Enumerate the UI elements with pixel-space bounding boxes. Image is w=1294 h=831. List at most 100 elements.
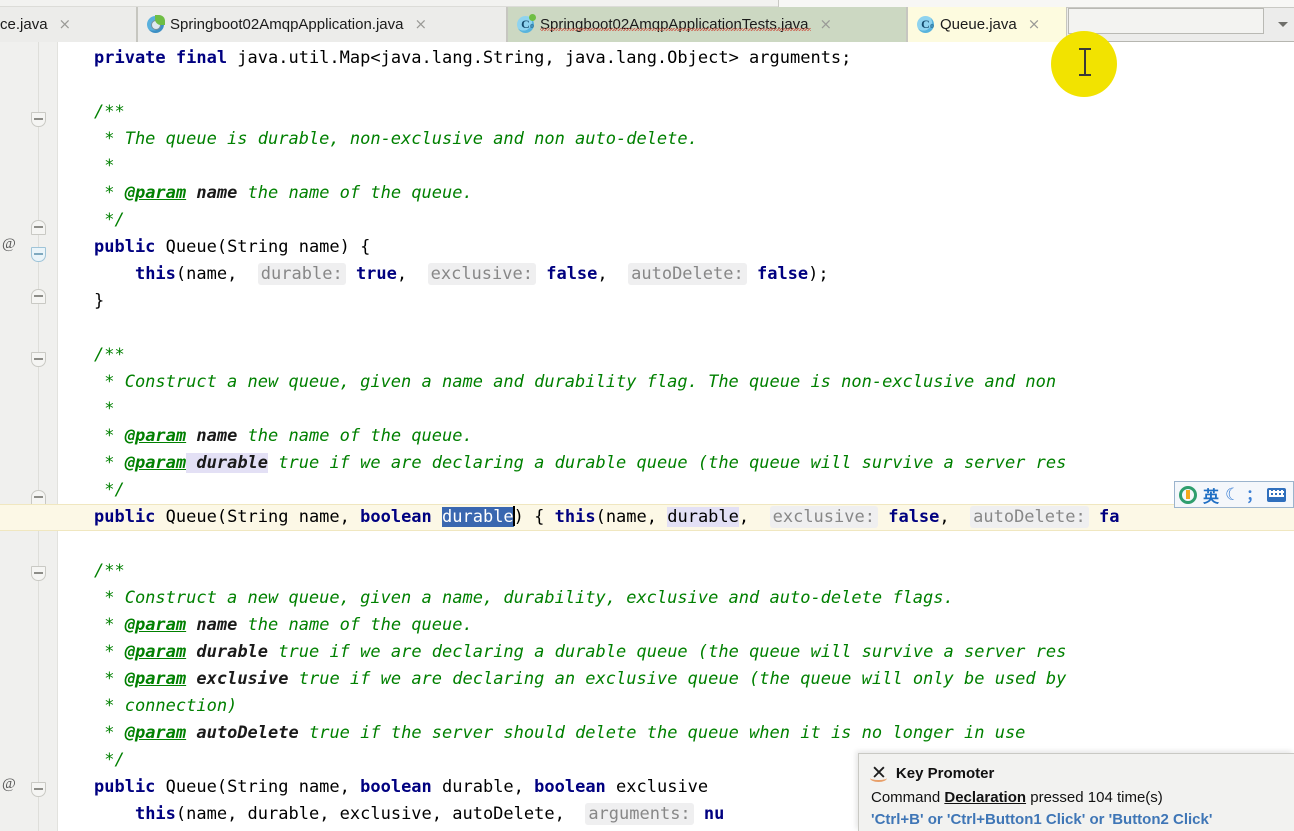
code-token: (name, <box>175 264 258 284</box>
fold-end-icon[interactable] <box>31 220 46 235</box>
parameter-hint: durable: <box>257 263 346 285</box>
key-promoter-message: Command Declaration pressed 104 time(s) <box>871 789 1282 806</box>
code-token: name <box>186 183 238 203</box>
code-token: , <box>597 264 629 284</box>
fold-marker-bar <box>34 118 43 120</box>
gutter-annotation-marker[interactable]: @ <box>2 776 18 793</box>
code-line[interactable]: * @param name the name of the queue. <box>58 423 473 450</box>
fold-marker-bar <box>34 496 43 498</box>
code-line[interactable]: */ <box>58 207 125 234</box>
code-token: this <box>134 804 176 824</box>
key-promoter-notification[interactable]: ✕ Key Promoter Command Declaration press… <box>858 753 1294 831</box>
code-line[interactable]: */ <box>58 477 124 504</box>
code-token: the name of the queue. <box>237 426 473 446</box>
moon-icon[interactable]: ☾ <box>1225 485 1240 505</box>
code-line[interactable]: this(name, durable, exclusive, autoDelet… <box>58 801 724 828</box>
code-line[interactable]: * @param durable true if we are declarin… <box>58 639 1066 666</box>
close-x-icon[interactable]: ✕ <box>870 764 887 783</box>
code-token: fa <box>1098 507 1120 527</box>
code-token: @param <box>124 615 187 635</box>
code-line[interactable]: * @param durable true if we are declarin… <box>58 450 1066 477</box>
tabbar-right-field[interactable] <box>1068 8 1264 34</box>
code-line[interactable]: public Queue(String name, boolean durabl… <box>58 504 1119 531</box>
fold-collapse-icon[interactable] <box>31 782 46 797</box>
code-line[interactable]: * @param exclusive true if we are declar… <box>58 666 1066 693</box>
code-token: */ <box>94 210 125 230</box>
fold-end-icon[interactable] <box>31 289 46 304</box>
close-icon[interactable]: × <box>415 17 428 32</box>
gutter-annotation-marker[interactable]: @ <box>2 236 18 253</box>
text-ibeam-cursor <box>1079 48 1091 76</box>
code-line[interactable]: * @param name the name of the queue. <box>58 180 473 207</box>
close-icon[interactable]: × <box>820 17 833 32</box>
kp-message-suffix: pressed 104 time(s) <box>1026 789 1163 806</box>
parameter-hint: exclusive: <box>769 506 878 528</box>
spellcheck-squiggle <box>540 28 811 31</box>
parameter-hint: autoDelete: <box>970 506 1089 528</box>
code-line[interactable]: * The queue is durable, non-exclusive an… <box>58 126 698 153</box>
code-token: * <box>94 183 125 203</box>
close-icon[interactable]: × <box>59 17 72 32</box>
sogou-u-icon[interactable] <box>1179 485 1197 504</box>
ime-mode-label[interactable]: 英 <box>1203 483 1219 507</box>
code-line[interactable]: /** <box>58 342 125 369</box>
ime-punctuation-label[interactable]: ； <box>1246 484 1261 505</box>
editor-tab-springboot02amqpapplicationtests[interactable]: Co Springboot02AmqpApplicationTests.java × <box>507 7 907 42</box>
editor-tab-springboot02amqpapplication[interactable]: Springboot02AmqpApplication.java × <box>137 7 507 42</box>
code-line[interactable]: */ <box>58 747 124 774</box>
code-token: } <box>94 291 105 311</box>
code-token: name <box>186 426 238 446</box>
code-line[interactable]: * <box>58 153 114 180</box>
code-line[interactable]: * @param name the name of the queue. <box>58 612 473 639</box>
parameter-hint: exclusive: <box>427 263 536 285</box>
fold-marker-bar <box>34 788 43 790</box>
code-line[interactable]: public Queue(String name, boolean durabl… <box>58 774 708 801</box>
fold-collapse-icon[interactable] <box>31 566 46 581</box>
code-token: ; <box>841 48 852 68</box>
selected-text: durable <box>442 507 514 527</box>
editor-tab-queue[interactable]: Co Queue.java × <box>907 7 1067 42</box>
code-line[interactable]: } <box>58 288 104 315</box>
editor-gutter[interactable] <box>0 42 58 831</box>
code-line[interactable]: public Queue(String name) { <box>58 234 370 261</box>
code-token: Queue(String name, <box>165 777 361 797</box>
ime-floating-toolbar[interactable]: 英 ☾ ； <box>1174 481 1294 508</box>
code-line[interactable]: this(name, durable: true, exclusive: fal… <box>58 261 829 288</box>
fold-collapse-icon[interactable] <box>31 352 46 367</box>
code-line[interactable]: * Construct a new queue, given a name an… <box>58 369 1056 396</box>
code-line[interactable]: private final java.util.Map<java.lang.St… <box>58 45 851 72</box>
code-editor[interactable]: @@@ private final java.util.Map<java.lan… <box>0 42 1294 831</box>
code-token: * <box>94 669 125 689</box>
code-token: autoDelete <box>186 723 299 743</box>
soft-keyboard-icon[interactable] <box>1267 487 1287 502</box>
editor-tab-okservice[interactable]: okService.java × <box>0 7 137 42</box>
code-token: @param <box>124 642 187 662</box>
fold-end-icon[interactable] <box>31 490 46 505</box>
fold-marker-bar <box>34 253 43 255</box>
code-token: the name of the queue. <box>237 615 473 635</box>
code-token: true if the server should delete the que… <box>298 723 1026 743</box>
code-line[interactable]: /** <box>58 558 125 585</box>
fold-marker-bar <box>34 295 43 297</box>
code-content[interactable]: private final java.util.Map<java.lang.St… <box>0 42 1294 831</box>
code-line[interactable]: * @param autoDelete true if the server s… <box>58 720 1025 747</box>
code-line[interactable]: * connection) <box>58 693 237 720</box>
code-token: this <box>134 264 176 284</box>
code-token: arguments <box>749 48 842 68</box>
chevron-down-icon[interactable] <box>1278 22 1288 27</box>
code-line[interactable]: * <box>58 396 114 423</box>
kp-message-command: Declaration <box>944 789 1027 806</box>
code-line[interactable]: * Construct a new queue, given a name, d… <box>58 585 954 612</box>
code-token: * Construct a new queue, given a name, d… <box>94 588 954 608</box>
code-token: true if we are declaring a durable queue… <box>268 453 1067 473</box>
fold-collapse-icon[interactable] <box>31 247 46 262</box>
close-icon[interactable]: × <box>1028 17 1041 32</box>
kp-message-prefix: Command <box>871 789 945 806</box>
code-line[interactable]: /** <box>58 99 125 126</box>
fold-collapse-icon[interactable] <box>31 112 46 127</box>
